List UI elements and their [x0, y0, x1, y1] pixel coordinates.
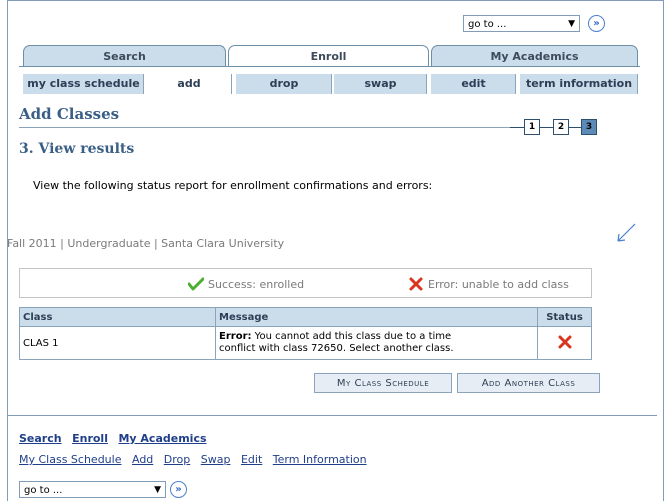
goto-select-label: go to ... — [24, 485, 63, 496]
tab-search[interactable]: Search — [23, 45, 226, 66]
step-1: 1 — [524, 119, 540, 135]
step-3-current: 3 — [581, 119, 597, 135]
go-arrow-icon[interactable]: » — [588, 15, 605, 32]
tab-bar-line — [19, 66, 640, 67]
error-x-icon — [409, 277, 423, 291]
subtab-swap[interactable]: swap — [334, 74, 429, 94]
step-connector — [510, 127, 524, 128]
tab-enroll-label: Enroll — [310, 50, 347, 63]
goto-select-label: go to ... — [468, 19, 507, 30]
error-x-icon — [558, 335, 571, 348]
subtab-my-class-schedule[interactable]: my class schedule — [23, 74, 146, 94]
step-connector — [569, 127, 581, 128]
chevron-down-icon: ▼ — [568, 19, 575, 29]
bottom-link-search[interactable]: Search — [19, 432, 62, 445]
goto-select-bottom[interactable]: go to ... ▼ — [19, 481, 166, 498]
chevron-down-icon: ▼ — [154, 485, 161, 495]
go-arrow-icon[interactable]: » — [170, 481, 187, 498]
col-header-message: Message — [215, 307, 538, 327]
term-info: Fall 2011 | Undergraduate | Santa Clara … — [7, 237, 285, 250]
button-label: Add Another Class — [481, 378, 576, 389]
subtab-add[interactable]: add — [146, 74, 234, 94]
goto-select-top[interactable]: go to ... ▼ — [463, 15, 580, 32]
bottom-link-swap[interactable]: Swap — [201, 453, 231, 466]
cell-class: CLAS 1 — [19, 326, 216, 360]
tab-enroll[interactable]: Enroll — [228, 45, 429, 67]
bottom-nav-row-1: Search Enroll My Academics — [19, 432, 207, 445]
subtab-label: swap — [364, 77, 397, 90]
bottom-nav-row-2: My Class Schedule Add Drop Swap Edit Ter… — [19, 453, 367, 466]
table-row: CLAS 1 Error: You cannot add this class … — [19, 326, 592, 360]
subtab-label: add — [177, 77, 201, 90]
subtab-label: my class schedule — [27, 77, 140, 90]
bottom-link-my-academics[interactable]: My Academics — [118, 432, 206, 445]
tab-my-academics-label: My Academics — [490, 50, 579, 63]
col-header-class: Class — [19, 307, 216, 327]
tab-my-academics[interactable]: My Academics — [431, 45, 638, 66]
bottom-link-drop[interactable]: Drop — [164, 453, 190, 466]
intro-text: View the following status report for enr… — [33, 179, 433, 192]
page-title: Add Classes — [19, 105, 120, 123]
bottom-link-add[interactable]: Add — [132, 453, 153, 466]
results-table: Class Message Status CLAS 1 Error: You c… — [19, 307, 592, 360]
subtab-label: drop — [269, 77, 299, 90]
window-frame-right — [663, 0, 664, 501]
status-legend: Success: enrolled Error: unable to add c… — [19, 268, 592, 298]
legend-error: Error: unable to add class — [428, 278, 569, 291]
button-label: My Class Schedule — [336, 378, 430, 389]
cell-status — [537, 326, 592, 360]
bottom-link-term-information[interactable]: Term Information — [273, 453, 367, 466]
table-header-row: Class Message Status — [19, 307, 592, 327]
window-frame-top — [7, 0, 664, 1]
subtab-drop[interactable]: drop — [236, 74, 334, 94]
title-underline — [19, 127, 510, 128]
tab-search-label: Search — [103, 50, 146, 63]
subtab-edit[interactable]: edit — [431, 74, 518, 94]
bottom-link-edit[interactable]: Edit — [241, 453, 262, 466]
message-line-2: conflict with class 72650. Select anothe… — [219, 343, 454, 354]
message-error-prefix: Error: — [219, 331, 252, 342]
step-heading: 3. View results — [19, 141, 135, 157]
window-frame-divider — [7, 415, 657, 416]
subtab-label: term information — [525, 77, 633, 90]
cell-message: Error: You cannot add this class due to … — [215, 326, 538, 360]
subtab-term-information[interactable]: term information — [520, 74, 640, 94]
bottom-link-my-class-schedule[interactable]: My Class Schedule — [19, 453, 121, 466]
add-another-class-button[interactable]: Add Another Class — [457, 373, 600, 393]
my-class-schedule-button[interactable]: My Class Schedule — [314, 373, 452, 393]
step-2: 2 — [553, 119, 569, 135]
cursor-arrow-icon — [617, 223, 636, 242]
step-connector — [540, 127, 553, 128]
bottom-link-enroll[interactable]: Enroll — [72, 432, 108, 445]
window-frame-left — [7, 0, 8, 501]
message-line-1: You cannot add this class due to a time — [251, 331, 452, 342]
subtab-label: edit — [461, 77, 486, 90]
col-header-status: Status — [537, 307, 592, 327]
legend-success: Success: enrolled — [208, 278, 305, 291]
check-icon — [188, 277, 204, 291]
